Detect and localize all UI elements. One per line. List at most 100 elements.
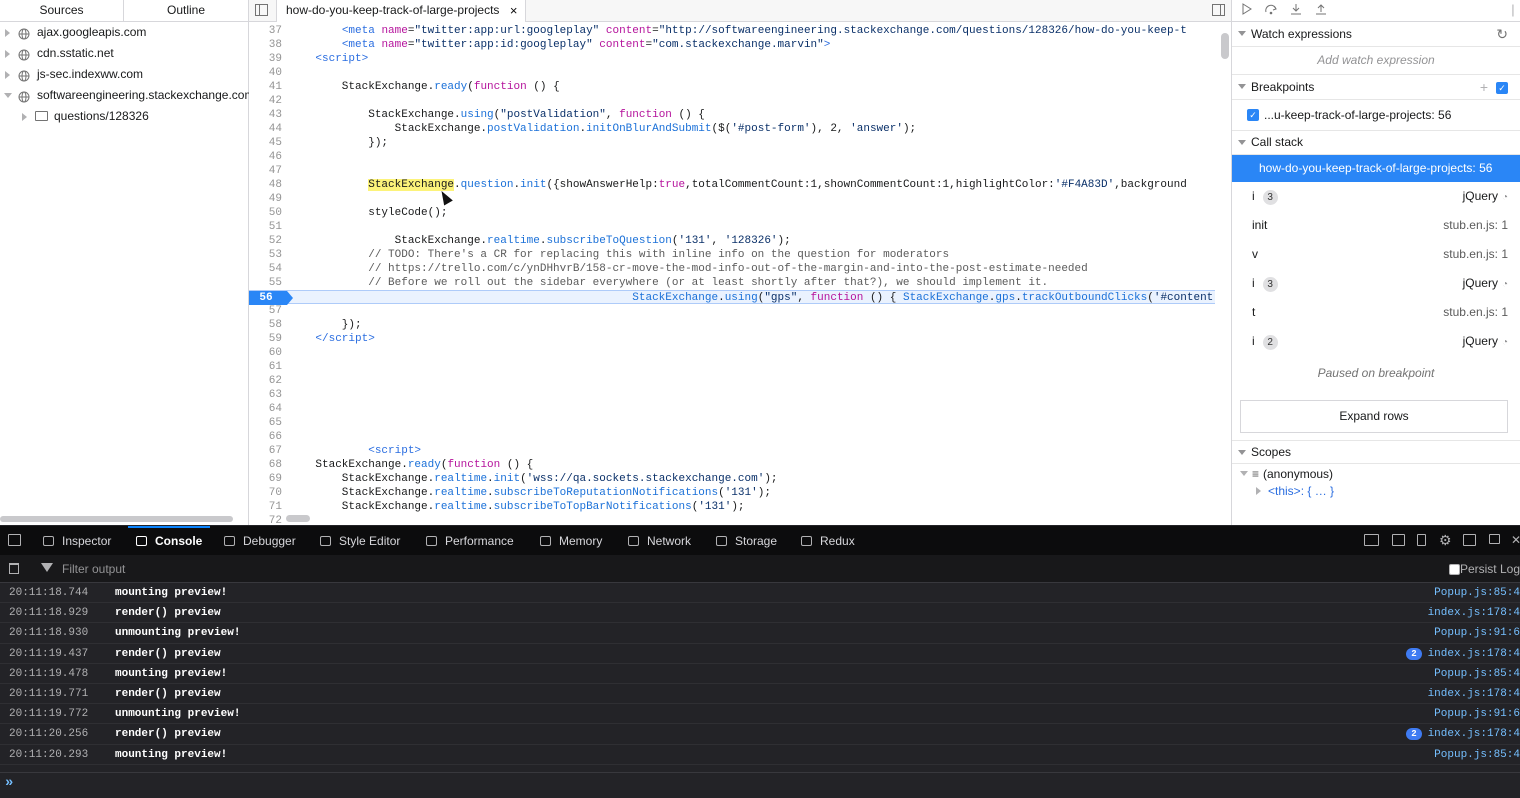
line-number[interactable]: 51 — [249, 220, 282, 234]
toggle-sources-pane-icon[interactable] — [255, 4, 268, 16]
console-message[interactable]: 20:11:18.929 render() preview index.js:178… — [0, 603, 1520, 624]
line-number[interactable]: 40 — [249, 66, 282, 80]
console-message[interactable]: 20:11:18.744 mounting preview! Popup.js:85… — [0, 583, 1520, 604]
tab-outline[interactable]: Outline — [124, 0, 248, 21]
editor-vertical-scrollbar[interactable] — [1221, 33, 1229, 59]
code-line[interactable]: 58 }); — [249, 318, 1215, 332]
tab-memory[interactable]: Memory — [532, 526, 610, 556]
responsive-design-icon[interactable] — [1417, 534, 1426, 546]
chevron-right-icon[interactable] — [5, 50, 10, 58]
call-stack-frame[interactable]: init stub.en.js: 1 — [1232, 211, 1520, 240]
code-line[interactable]: 38 <meta name="twitter:app:id:googleplay… — [249, 38, 1215, 52]
code-line[interactable]: 70 StackExchange.realtime.subscribeToRep… — [249, 486, 1215, 500]
code-line[interactable]: 37 <meta name="twitter:app:url:googlepla… — [249, 24, 1215, 38]
editor-horizontal-scrollbar[interactable] — [286, 515, 310, 522]
code-line[interactable]: 48 StackExchange.question.init({showAnsw… — [249, 178, 1215, 192]
add-breakpoint-icon[interactable]: + — [1480, 75, 1488, 99]
tab-network[interactable]: Network — [620, 526, 699, 556]
scope-this[interactable]: <this>: { … } — [1232, 482, 1520, 500]
code-line[interactable]: 59 </script> — [249, 332, 1215, 346]
code-line[interactable]: 43 StackExchange.using("postValidation",… — [249, 108, 1215, 122]
watch-expressions-header[interactable]: Watch expressions ↻ — [1232, 22, 1520, 47]
code-line[interactable]: 55 // Before we roll out the sidebar eve… — [249, 276, 1215, 290]
code-line[interactable]: 72 — [249, 514, 1215, 525]
code-line[interactable]: 44 StackExchange.postValidation.initOnBl… — [249, 122, 1215, 136]
code-line[interactable]: 71 StackExchange.realtime.subscribeToTop… — [249, 500, 1215, 514]
code-line[interactable]: 53 // TODO: There's a CR for replacing t… — [249, 248, 1215, 262]
line-number[interactable]: 66 — [249, 430, 282, 444]
line-number[interactable]: 55 — [249, 276, 282, 290]
line-number[interactable]: 39 — [249, 52, 282, 66]
pick-element-icon[interactable] — [8, 534, 21, 546]
tree-item-questions-folder[interactable]: questions/128326 — [0, 106, 248, 127]
message-source-link[interactable]: index.js:178:4 — [1428, 684, 1520, 704]
code-line[interactable]: 45 }); — [249, 136, 1215, 150]
code-line[interactable]: 52 StackExchange.realtime.subscribeToQue… — [249, 234, 1215, 248]
persist-log-checkbox[interactable] — [1449, 564, 1460, 575]
step-over-icon[interactable] — [1264, 3, 1278, 17]
tab-performance[interactable]: Performance — [418, 526, 522, 556]
code-line[interactable]: 57 — [249, 304, 1215, 318]
tab-storage[interactable]: Storage — [708, 526, 785, 556]
line-number[interactable]: 58 — [249, 318, 282, 332]
filter-output-input[interactable]: Filter output — [62, 562, 125, 576]
call-stack-frame[interactable]: t stub.en.js: 1 — [1232, 298, 1520, 327]
sources-horizontal-scrollbar[interactable] — [0, 516, 233, 522]
chevron-right-icon[interactable] — [1256, 487, 1261, 495]
line-number[interactable]: 46 — [249, 150, 282, 164]
pause-on-exceptions-icon[interactable]: | — [1506, 3, 1520, 17]
code-line[interactable]: 67 <script> — [249, 444, 1215, 458]
line-number[interactable]: 56 — [249, 291, 293, 305]
code-line[interactable]: 68 StackExchange.ready(function () { — [249, 458, 1215, 472]
line-number[interactable]: 60 — [249, 346, 282, 360]
call-stack-frame[interactable]: i 3 jQuery ◔ — [1232, 269, 1520, 298]
breakpoint-item[interactable]: ✓ ...u-keep-track-of-large-projects: 56 — [1232, 100, 1520, 131]
message-source-link[interactable]: Popup.js:85:4 — [1434, 583, 1520, 603]
code-line[interactable]: 61 — [249, 360, 1215, 374]
message-source-link[interactable]: index.js:178:4 — [1428, 644, 1520, 664]
line-number[interactable]: 53 — [249, 248, 282, 262]
chevron-right-icon[interactable] — [22, 113, 27, 121]
chevron-right-icon[interactable] — [5, 29, 10, 37]
scope-anonymous[interactable]: ≡ (anonymous) — [1232, 465, 1520, 483]
tab-console[interactable]: Console — [128, 526, 211, 556]
file-tab[interactable]: how-do-you-keep-track-of-large-projects … — [276, 0, 527, 22]
toggle-debugger-pane-icon[interactable] — [1212, 4, 1225, 16]
line-number[interactable]: 63 — [249, 388, 282, 402]
line-number[interactable]: 71 — [249, 500, 282, 514]
breakpoint-enabled-checkbox[interactable]: ✓ — [1247, 109, 1259, 121]
code-line[interactable]: 66 — [249, 430, 1215, 444]
close-icon[interactable]: ✕ — [1511, 526, 1520, 554]
code-line[interactable]: 40 — [249, 66, 1215, 80]
line-number[interactable]: 37 — [249, 24, 282, 38]
split-console-icon[interactable] — [1392, 534, 1405, 546]
breakpoints-header[interactable]: Breakpoints + ✓ — [1232, 75, 1520, 100]
code-line[interactable]: 56 StackExchange.using("gps", function (… — [249, 290, 1215, 305]
line-number[interactable]: 67 — [249, 444, 282, 458]
chevron-down-icon[interactable] — [1240, 471, 1248, 476]
line-number[interactable]: 69 — [249, 472, 282, 486]
tab-style-editor[interactable]: Style Editor — [312, 526, 408, 556]
step-out-icon[interactable] — [1314, 3, 1328, 17]
line-number[interactable]: 49 — [249, 192, 282, 206]
add-watch-expression-input[interactable]: Add watch expression — [1232, 47, 1520, 75]
dock-side-icon[interactable] — [1463, 534, 1476, 546]
line-number[interactable]: 38 — [249, 38, 282, 52]
console-message[interactable]: 20:11:19.771 render() preview index.js:178… — [0, 684, 1520, 705]
gear-icon[interactable]: ⚙ — [1439, 526, 1452, 554]
line-number[interactable]: 65 — [249, 416, 282, 430]
chevron-down-icon[interactable] — [4, 93, 12, 98]
tab-debugger[interactable]: Debugger — [216, 526, 304, 556]
call-stack-frame[interactable]: v stub.en.js: 1 — [1232, 240, 1520, 269]
scopes-header[interactable]: Scopes — [1232, 440, 1520, 464]
line-number[interactable]: 41 — [249, 80, 282, 94]
console-message[interactable]: 20:11:20.256 render() preview index.js:178… — [0, 724, 1520, 745]
line-number[interactable]: 48 — [249, 178, 282, 192]
step-in-icon[interactable] — [1289, 3, 1303, 17]
code-line[interactable]: 42 — [249, 94, 1215, 108]
code-line[interactable]: 47 — [249, 164, 1215, 178]
line-number[interactable]: 62 — [249, 374, 282, 388]
message-source-link[interactable]: Popup.js:85:4 — [1434, 664, 1520, 684]
tree-item-softwareengineering[interactable]: softwareengineering.stackexchange.com — [0, 85, 254, 106]
line-number[interactable]: 70 — [249, 486, 282, 500]
